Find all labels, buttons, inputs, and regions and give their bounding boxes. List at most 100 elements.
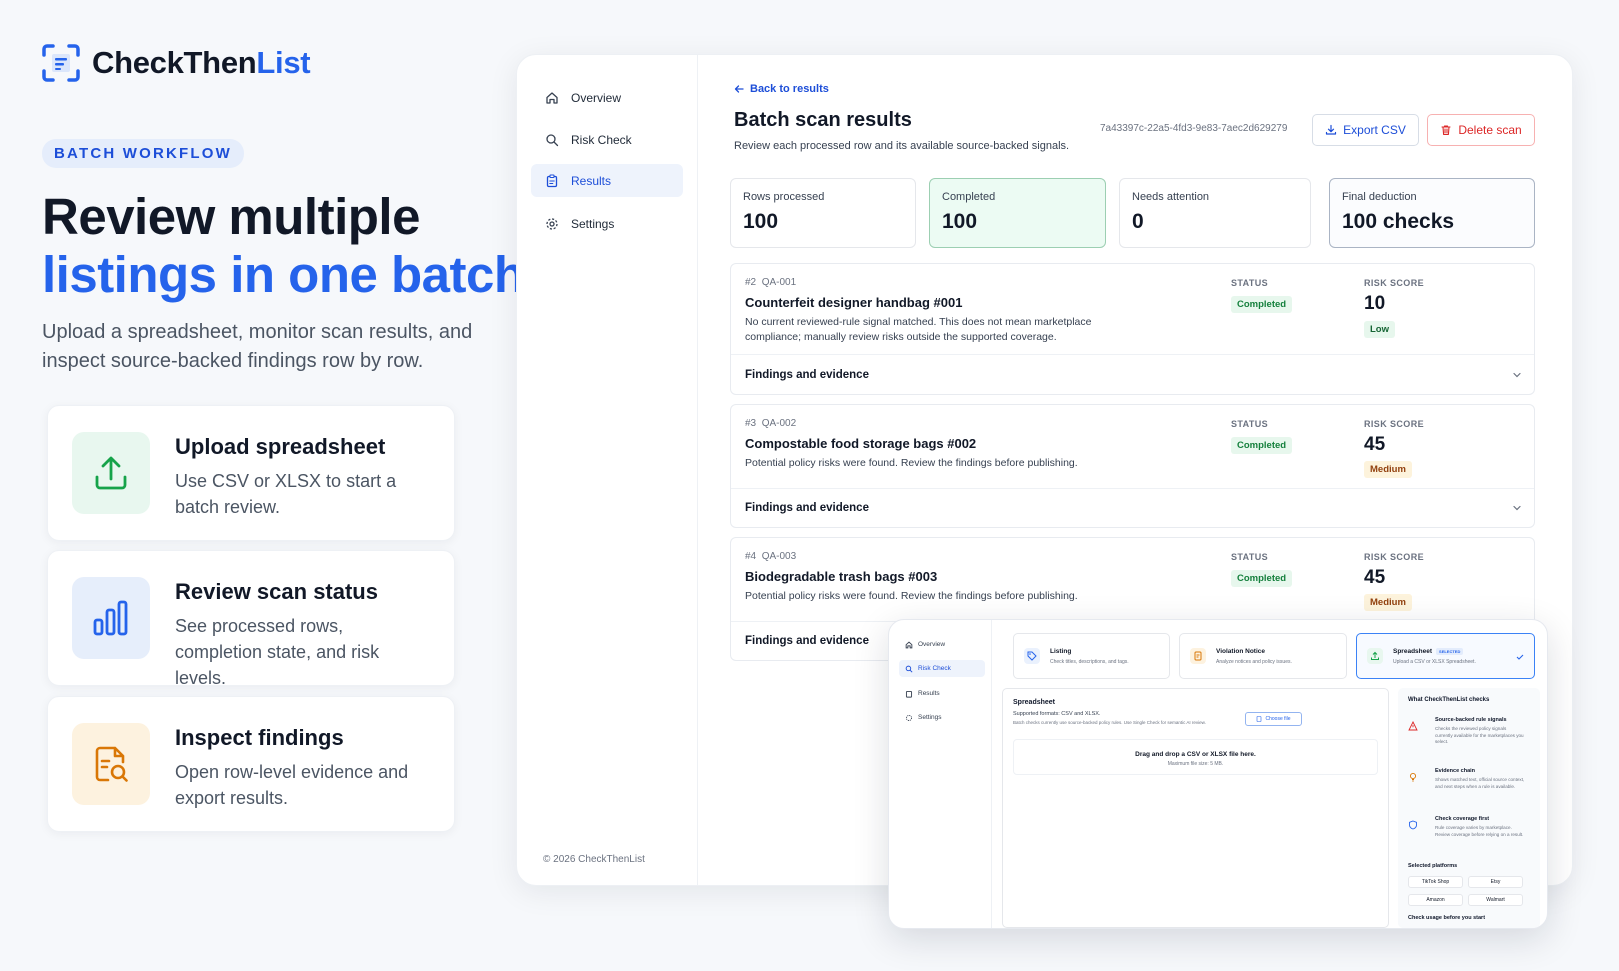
info-heading: What CheckThenList checks	[1408, 697, 1490, 703]
checks-info-panel: What CheckThenList checks Source-backed …	[1398, 688, 1540, 928]
result-row: #3 QA-002 Compostable food storage bags …	[730, 404, 1535, 528]
document-icon	[1190, 648, 1206, 664]
sidebar: Overview Risk Check Results Settings © 2…	[517, 55, 698, 885]
preview-nav-label: Overview	[918, 641, 946, 648]
status-header: STATUS	[1231, 278, 1269, 288]
platform-chip[interactable]: Amazon	[1408, 894, 1463, 906]
export-label: Export CSV	[1343, 123, 1406, 137]
risk-score-header: RISK SCORE	[1364, 278, 1425, 288]
info-item-desc: Rule coverage varies by marketplace. Rev…	[1435, 825, 1524, 837]
status-badge: Completed	[1231, 570, 1293, 587]
delete-label: Delete scan	[1458, 123, 1522, 137]
search-icon	[905, 665, 913, 672]
feature-title: Inspect findings	[175, 725, 344, 750]
feature-card-upload: Upload spreadsheet Use CSV or XLSX to st…	[47, 405, 455, 541]
sidebar-item-overview[interactable]: Overview	[531, 81, 683, 114]
sidebar-item-settings[interactable]: Settings	[531, 207, 683, 240]
upload-icon	[1367, 648, 1383, 664]
platform-chip[interactable]: Etsy	[1468, 876, 1523, 888]
clipboard-icon	[546, 173, 558, 187]
workflow-badge: BATCH WORKFLOW	[42, 139, 244, 168]
risk-score: 45	[1364, 434, 1386, 455]
mode-card-spreadsheet[interactable]: Spreadsheet SELECTED Upload a CSV or XLSX…	[1356, 633, 1535, 679]
stat-label: Completed	[942, 191, 996, 203]
mode-desc: Analyze notices and policy issues.	[1216, 659, 1292, 665]
arrow-left-icon	[734, 85, 744, 93]
preview-sidebar: Overview Risk Check Results Settings	[889, 620, 992, 928]
platform-chip[interactable]: TikTok Shop	[1408, 876, 1463, 888]
gear-icon	[905, 714, 913, 721]
preview-nav-settings[interactable]: Settings	[899, 709, 985, 726]
risk-check-preview-window: Overview Risk Check Results Settings Lis…	[888, 619, 1548, 929]
gear-icon	[546, 217, 558, 230]
sidebar-item-risk-check[interactable]: Risk Check	[531, 123, 683, 156]
upload-note: Batch checks currently use source-backed…	[1013, 720, 1206, 725]
row-id: #3 QA-002	[745, 418, 797, 429]
stat-card-rows-processed: Rows processed 100	[730, 178, 916, 248]
status-badge: Completed	[1231, 437, 1293, 454]
feature-title: Upload spreadsheet	[175, 434, 386, 459]
choose-file-button[interactable]: Choose file	[1245, 712, 1302, 726]
chevron-down-icon	[1513, 372, 1521, 378]
row-title: Biodegradable trash bags #003	[745, 569, 938, 584]
hero-subtitle: Upload a spreadsheet, monitor scan resul…	[42, 321, 473, 372]
sidebar-item-results[interactable]: Results	[531, 164, 683, 197]
info-item: Evidence chain Shows matched text, offic…	[1408, 768, 1536, 812]
findings-label: Findings and evidence	[745, 635, 869, 647]
risk-score: 10	[1364, 293, 1386, 314]
feature-card-status: Review scan status See processed rows, c…	[47, 550, 455, 688]
mode-card-listing[interactable]: Listing Check titles, descriptions, and …	[1013, 633, 1170, 679]
upload-title: Spreadsheet	[1013, 699, 1056, 706]
usage-heading: Check usage before you start	[1408, 915, 1486, 921]
mode-desc: Upload a CSV or XLSX Spreadsheet.	[1393, 659, 1476, 665]
row-description: Potential policy risks were found. Revie…	[745, 457, 1078, 469]
hero-title: Review multiple listings in one batch	[42, 188, 525, 303]
preview-nav-overview[interactable]: Overview	[899, 636, 985, 653]
mode-card-violation-notice[interactable]: Violation Notice Analyze notices and pol…	[1179, 633, 1347, 679]
risk-level-badge: Medium	[1364, 594, 1412, 611]
status-header: STATUS	[1231, 552, 1269, 562]
stat-card-final-deduction: Final deduction 100 checks	[1329, 178, 1535, 248]
info-item: Check coverage first Rule coverage varie…	[1408, 816, 1536, 860]
warning-icon	[1408, 721, 1418, 731]
brand-logo: CheckThenList	[42, 44, 311, 82]
findings-toggle[interactable]: Findings and evidence	[731, 354, 1534, 395]
export-csv-button[interactable]: Export CSV	[1312, 114, 1419, 146]
sidebar-item-label: Settings	[571, 216, 615, 231]
clipboard-icon	[905, 690, 913, 698]
findings-label: Findings and evidence	[745, 369, 869, 381]
file-drop-zone[interactable]: Drag and drop a CSV or XLSX file here. M…	[1013, 739, 1378, 775]
trash-icon	[1441, 125, 1451, 136]
stat-value: 100 checks	[1342, 210, 1455, 233]
preview-nav-risk-check[interactable]: Risk Check	[899, 660, 985, 677]
risk-level-badge: Medium	[1364, 461, 1412, 478]
chevron-down-icon	[1513, 505, 1521, 511]
findings-toggle[interactable]: Findings and evidence	[731, 488, 1534, 528]
info-item-desc: Shows matched text, official source cont…	[1435, 777, 1525, 789]
row-title: Compostable food storage bags #002	[745, 436, 977, 451]
home-icon	[905, 641, 913, 648]
bar-chart-icon	[72, 577, 150, 659]
feature-title: Review scan status	[175, 579, 378, 604]
back-to-results-link[interactable]: Back to results	[734, 83, 829, 95]
findings-label: Findings and evidence	[745, 502, 869, 514]
row-id: #4 QA-003	[745, 551, 797, 562]
delete-scan-button[interactable]: Delete scan	[1427, 114, 1535, 146]
upload-icon	[72, 432, 150, 514]
platform-chip[interactable]: Walmart	[1468, 894, 1523, 906]
preview-nav-label: Results	[918, 690, 940, 697]
sidebar-item-label: Risk Check	[571, 132, 632, 147]
mode-desc: Check titles, descriptions, and tags.	[1050, 659, 1129, 665]
mode-title: Violation Notice	[1216, 648, 1265, 655]
info-item-title: Check coverage first	[1435, 816, 1490, 822]
mode-title: Spreadsheet SELECTED	[1393, 648, 1464, 655]
stat-label: Rows processed	[743, 191, 825, 203]
platforms-heading: Selected platforms	[1408, 863, 1458, 869]
preview-nav-results[interactable]: Results	[899, 685, 985, 702]
choose-file-label: Choose file	[1265, 716, 1291, 722]
stat-label: Final deduction	[1342, 191, 1417, 203]
shield-icon	[1409, 820, 1417, 830]
info-item-desc: Checks the reviewed policy signals curre…	[1435, 726, 1524, 744]
logo-scan-icon	[42, 44, 80, 82]
feature-desc: Use CSV or XLSX to start a batch review.	[175, 471, 397, 517]
